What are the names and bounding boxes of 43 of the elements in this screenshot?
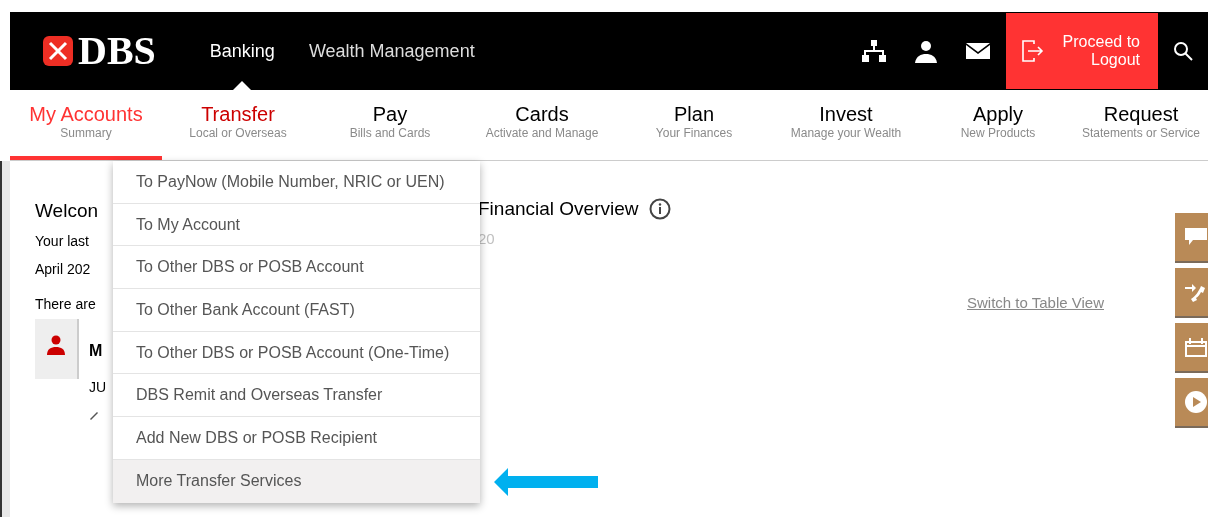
contact-line: JU <box>89 377 107 397</box>
person-icon <box>47 334 65 355</box>
menu-item[interactable]: To Other DBS or POSB Account (One-Time) <box>113 331 480 375</box>
logo-icon <box>40 33 76 69</box>
last-login-text: Your last <box>35 231 90 251</box>
logout-button[interactable]: Proceed to Logout <box>1006 13 1158 89</box>
welcome-title: Welcon <box>35 199 99 223</box>
nav-tab[interactable]: Transfer Local or Overseas <box>162 90 314 160</box>
logout-icon <box>1022 40 1044 62</box>
last-login-text: April 202 <box>35 259 92 279</box>
menu-item[interactable]: To My Account <box>113 203 480 247</box>
notice-text: There are <box>35 294 97 314</box>
side-tab[interactable] <box>1175 268 1208 318</box>
sitemap-icon[interactable] <box>862 40 886 62</box>
chat-icon <box>1185 228 1207 246</box>
side-tab[interactable] <box>1175 323 1208 373</box>
tab-pointer <box>233 81 252 90</box>
table-view-link[interactable]: Switch to Table View <box>966 292 1104 315</box>
mail-icon[interactable] <box>966 43 990 59</box>
nav-tab[interactable]: Apply New Products <box>922 90 1074 160</box>
user-icon[interactable] <box>914 39 938 63</box>
menu-item[interactable]: DBS Remit and Overseas Transfer <box>113 374 480 418</box>
nav-tab[interactable]: Pay Bills and Cards <box>314 90 466 160</box>
contact-name: M <box>89 340 104 361</box>
menu-item[interactable]: To PayNow (Mobile Number, NRIC or UEN) <box>113 161 480 204</box>
menu-item[interactable]: Add New DBS or POSB Recipient <box>113 417 480 460</box>
nav-tab[interactable]: Plan Your Finances <box>618 90 770 160</box>
play-icon <box>1185 391 1207 413</box>
calendar-icon <box>1185 337 1207 357</box>
nav-tab[interactable]: Request Statements or Service <box>1074 90 1208 160</box>
header-tab[interactable]: Banking <box>207 37 277 65</box>
nav-tab[interactable]: Cards Activate and Manage <box>466 90 618 160</box>
search-icon[interactable] <box>1173 41 1193 61</box>
menu-item[interactable]: More Transfer Services <box>113 459 480 503</box>
header-tab[interactable]: Wealth Management <box>306 37 477 65</box>
info-icon[interactable] <box>648 198 671 221</box>
logo-text: DBS <box>78 31 156 71</box>
menu-item[interactable]: To Other DBS or POSB Account <box>113 246 480 290</box>
side-tab[interactable] <box>1175 213 1208 263</box>
menu-item[interactable]: To Other Bank Account (FAST) <box>113 289 480 332</box>
side-tab[interactable] <box>1175 378 1208 428</box>
overview-title: Financial Overview <box>478 197 639 221</box>
nav-tab[interactable]: Invest Manage your Wealth <box>770 90 922 160</box>
